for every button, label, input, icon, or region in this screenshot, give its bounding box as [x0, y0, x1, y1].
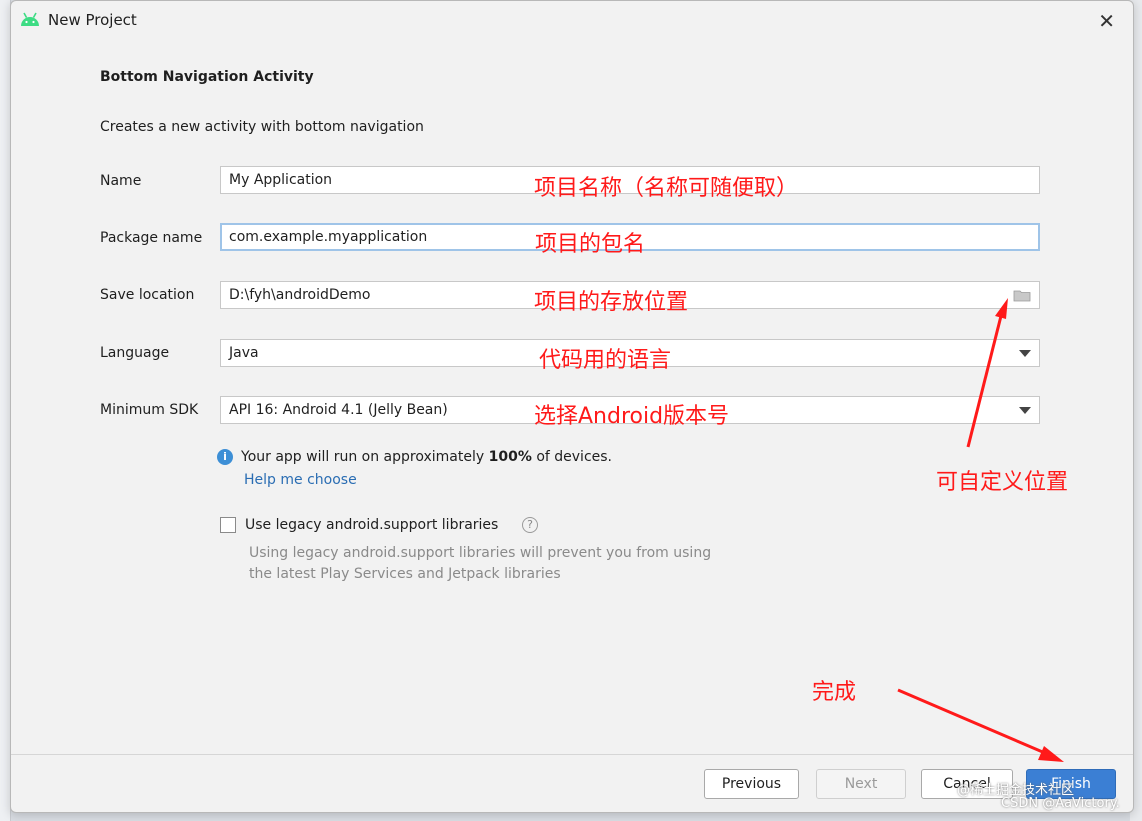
arrow-to-folder — [966, 298, 1008, 448]
annotation-arrows — [897, 298, 1064, 762]
arrow-to-finish — [897, 688, 1064, 762]
